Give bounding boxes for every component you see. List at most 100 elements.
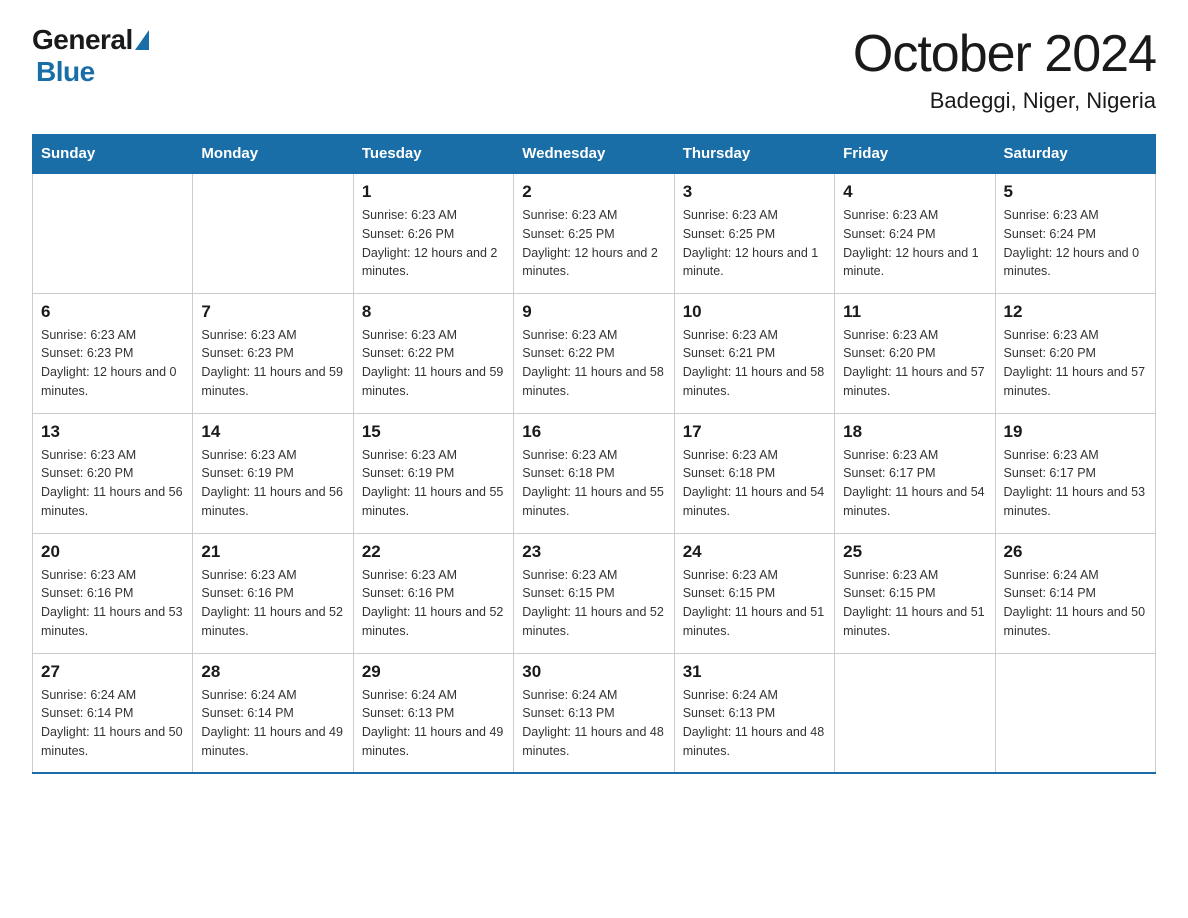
weekday-header-wednesday: Wednesday [514, 135, 674, 174]
day-number: 27 [41, 662, 184, 682]
day-number: 29 [362, 662, 505, 682]
day-number: 28 [201, 662, 344, 682]
day-info: Sunrise: 6:23 AMSunset: 6:24 PMDaylight:… [1004, 206, 1147, 281]
calendar-cell: 12 Sunrise: 6:23 AMSunset: 6:20 PMDayligh… [995, 293, 1155, 413]
day-number: 19 [1004, 422, 1147, 442]
day-info: Sunrise: 6:23 AMSunset: 6:15 PMDaylight:… [843, 566, 986, 641]
weekday-header-saturday: Saturday [995, 135, 1155, 174]
day-info: Sunrise: 6:23 AMSunset: 6:16 PMDaylight:… [201, 566, 344, 641]
calendar-cell: 16 Sunrise: 6:23 AMSunset: 6:18 PMDayligh… [514, 413, 674, 533]
day-info: Sunrise: 6:23 AMSunset: 6:16 PMDaylight:… [41, 566, 184, 641]
calendar-cell: 10 Sunrise: 6:23 AMSunset: 6:21 PMDayligh… [674, 293, 834, 413]
weekday-header-friday: Friday [835, 135, 995, 174]
calendar-cell: 4 Sunrise: 6:23 AMSunset: 6:24 PMDaylight… [835, 173, 995, 293]
calendar-week-row: 6 Sunrise: 6:23 AMSunset: 6:23 PMDaylight… [33, 293, 1156, 413]
day-number: 21 [201, 542, 344, 562]
day-info: Sunrise: 6:23 AMSunset: 6:21 PMDaylight:… [683, 326, 826, 401]
day-number: 20 [41, 542, 184, 562]
day-info: Sunrise: 6:24 AMSunset: 6:13 PMDaylight:… [683, 686, 826, 761]
calendar-cell: 6 Sunrise: 6:23 AMSunset: 6:23 PMDaylight… [33, 293, 193, 413]
day-number: 3 [683, 182, 826, 202]
calendar-cell: 21 Sunrise: 6:23 AMSunset: 6:16 PMDayligh… [193, 533, 353, 653]
day-number: 12 [1004, 302, 1147, 322]
calendar-cell: 23Sunrise: 6:23 AMSunset: 6:15 PMDayligh… [514, 533, 674, 653]
day-info: Sunrise: 6:23 AMSunset: 6:22 PMDaylight:… [362, 326, 505, 401]
calendar-cell [193, 173, 353, 293]
calendar-week-row: 27 Sunrise: 6:24 AMSunset: 6:14 PMDayligh… [33, 653, 1156, 773]
calendar-body: 1 Sunrise: 6:23 AMSunset: 6:26 PMDaylight… [33, 173, 1156, 773]
calendar-cell: 18Sunrise: 6:23 AMSunset: 6:17 PMDayligh… [835, 413, 995, 533]
logo: General Blue [32, 24, 149, 88]
header: General Blue October 2024 Badeggi, Niger… [32, 24, 1156, 114]
weekday-header-thursday: Thursday [674, 135, 834, 174]
day-number: 4 [843, 182, 986, 202]
day-info: Sunrise: 6:23 AMSunset: 6:19 PMDaylight:… [201, 446, 344, 521]
day-info: Sunrise: 6:23 AMSunset: 6:26 PMDaylight:… [362, 206, 505, 281]
calendar-week-row: 13Sunrise: 6:23 AMSunset: 6:20 PMDayligh… [33, 413, 1156, 533]
day-number: 8 [362, 302, 505, 322]
day-info: Sunrise: 6:23 AMSunset: 6:20 PMDaylight:… [1004, 326, 1147, 401]
day-number: 22 [362, 542, 505, 562]
calendar-cell: 25 Sunrise: 6:23 AMSunset: 6:15 PMDayligh… [835, 533, 995, 653]
day-number: 15 [362, 422, 505, 442]
day-number: 11 [843, 302, 986, 322]
logo-blue-text: Blue [36, 56, 95, 88]
calendar-cell: 19 Sunrise: 6:23 AMSunset: 6:17 PMDayligh… [995, 413, 1155, 533]
calendar-cell: 29 Sunrise: 6:24 AMSunset: 6:13 PMDayligh… [353, 653, 513, 773]
calendar-cell: 27 Sunrise: 6:24 AMSunset: 6:14 PMDayligh… [33, 653, 193, 773]
day-info: Sunrise: 6:24 AMSunset: 6:14 PMDaylight:… [41, 686, 184, 761]
day-info: Sunrise: 6:23 AMSunset: 6:15 PMDaylight:… [683, 566, 826, 641]
day-info: Sunrise: 6:24 AMSunset: 6:13 PMDaylight:… [362, 686, 505, 761]
calendar-cell: 24 Sunrise: 6:23 AMSunset: 6:15 PMDayligh… [674, 533, 834, 653]
day-number: 25 [843, 542, 986, 562]
day-info: Sunrise: 6:23 AMSunset: 6:16 PMDaylight:… [362, 566, 505, 641]
logo-general-text: General [32, 24, 133, 56]
calendar-cell: 1 Sunrise: 6:23 AMSunset: 6:26 PMDaylight… [353, 173, 513, 293]
calendar-cell: 30 Sunrise: 6:24 AMSunset: 6:13 PMDayligh… [514, 653, 674, 773]
day-number: 16 [522, 422, 665, 442]
day-info: Sunrise: 6:23 AMSunset: 6:23 PMDaylight:… [41, 326, 184, 401]
day-number: 6 [41, 302, 184, 322]
day-info: Sunrise: 6:23 AMSunset: 6:24 PMDaylight:… [843, 206, 986, 281]
day-number: 10 [683, 302, 826, 322]
calendar-week-row: 1 Sunrise: 6:23 AMSunset: 6:26 PMDaylight… [33, 173, 1156, 293]
day-number: 5 [1004, 182, 1147, 202]
calendar-cell: 20 Sunrise: 6:23 AMSunset: 6:16 PMDayligh… [33, 533, 193, 653]
calendar-cell: 22 Sunrise: 6:23 AMSunset: 6:16 PMDayligh… [353, 533, 513, 653]
day-number: 23 [522, 542, 665, 562]
calendar-cell: 8 Sunrise: 6:23 AMSunset: 6:22 PMDaylight… [353, 293, 513, 413]
day-info: Sunrise: 6:24 AMSunset: 6:13 PMDaylight:… [522, 686, 665, 761]
calendar-cell: 15Sunrise: 6:23 AMSunset: 6:19 PMDayligh… [353, 413, 513, 533]
calendar-cell: 7Sunrise: 6:23 AMSunset: 6:23 PMDaylight… [193, 293, 353, 413]
day-info: Sunrise: 6:23 AMSunset: 6:18 PMDaylight:… [522, 446, 665, 521]
calendar-cell: 28 Sunrise: 6:24 AMSunset: 6:14 PMDayligh… [193, 653, 353, 773]
weekday-row: SundayMondayTuesdayWednesdayThursdayFrid… [33, 135, 1156, 174]
day-number: 24 [683, 542, 826, 562]
day-number: 18 [843, 422, 986, 442]
calendar-cell: 11 Sunrise: 6:23 AMSunset: 6:20 PMDayligh… [835, 293, 995, 413]
weekday-header-tuesday: Tuesday [353, 135, 513, 174]
calendar-cell: 17Sunrise: 6:23 AMSunset: 6:18 PMDayligh… [674, 413, 834, 533]
day-number: 26 [1004, 542, 1147, 562]
day-number: 1 [362, 182, 505, 202]
day-number: 31 [683, 662, 826, 682]
calendar-cell: 5 Sunrise: 6:23 AMSunset: 6:24 PMDaylight… [995, 173, 1155, 293]
day-info: Sunrise: 6:23 AMSunset: 6:18 PMDaylight:… [683, 446, 826, 521]
calendar-week-row: 20 Sunrise: 6:23 AMSunset: 6:16 PMDayligh… [33, 533, 1156, 653]
calendar-cell [995, 653, 1155, 773]
day-info: Sunrise: 6:24 AMSunset: 6:14 PMDaylight:… [1004, 566, 1147, 641]
title-block: October 2024 Badeggi, Niger, Nigeria [853, 24, 1156, 114]
day-info: Sunrise: 6:24 AMSunset: 6:14 PMDaylight:… [201, 686, 344, 761]
calendar-cell: 13Sunrise: 6:23 AMSunset: 6:20 PMDayligh… [33, 413, 193, 533]
weekday-header-monday: Monday [193, 135, 353, 174]
calendar-cell: 14 Sunrise: 6:23 AMSunset: 6:19 PMDayligh… [193, 413, 353, 533]
calendar-cell: 3Sunrise: 6:23 AMSunset: 6:25 PMDaylight… [674, 173, 834, 293]
day-info: Sunrise: 6:23 AMSunset: 6:17 PMDaylight:… [1004, 446, 1147, 521]
calendar-cell [835, 653, 995, 773]
day-number: 14 [201, 422, 344, 442]
day-number: 30 [522, 662, 665, 682]
logo-triangle-icon [135, 30, 149, 50]
day-info: Sunrise: 6:23 AMSunset: 6:20 PMDaylight:… [41, 446, 184, 521]
day-info: Sunrise: 6:23 AMSunset: 6:20 PMDaylight:… [843, 326, 986, 401]
calendar-cell [33, 173, 193, 293]
